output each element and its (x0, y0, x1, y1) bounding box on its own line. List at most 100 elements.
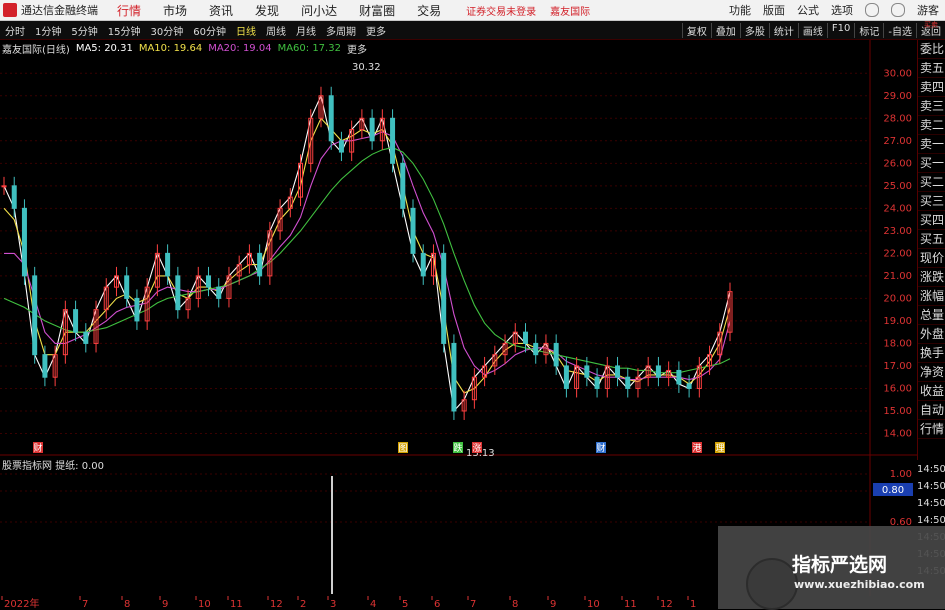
ma-line-ma60 (3, 147, 731, 374)
candle-body (522, 331, 528, 344)
ma5-value: MA5: 20.31 (75, 42, 133, 54)
candle-body (410, 207, 416, 254)
watermark-title: 指标严选网 (792, 554, 888, 576)
quote-field-20[interactable]: 行情 (918, 420, 945, 439)
login-notice[interactable]: 证券交易未登录 (466, 3, 536, 18)
menu-discover[interactable]: 发现 (255, 2, 279, 19)
candle-body (11, 185, 17, 209)
tool-draw-line[interactable]: 画线 (797, 22, 827, 38)
period-1min[interactable]: 1分钟 (35, 23, 61, 38)
period-daily[interactable]: 日线 (236, 23, 256, 38)
quote-field-3: 卖三 (918, 97, 945, 116)
candle-body (676, 369, 682, 385)
candle-body (21, 207, 27, 277)
date-label: 4 (370, 599, 376, 609)
quote-side-panel: 委比 卖五 卖四 卖三 卖二 卖一 买一 买二 买三 买四 买五 现价 涨跌 涨幅 总量 外盘 换手 净资 收益 自动… (917, 40, 945, 460)
candle-body (32, 275, 38, 356)
tool-statistics[interactable]: 统计 (768, 22, 798, 38)
price-tick-label: 17.00 (883, 361, 912, 372)
candle-body (553, 342, 559, 367)
candle-body (686, 383, 692, 389)
price-tick-label: 30.00 (883, 68, 912, 79)
tool-overlay[interactable]: 叠加 (710, 22, 740, 38)
period-15min[interactable]: 15分钟 (108, 23, 141, 38)
price-tick-label: 25.00 (883, 181, 912, 192)
candle-body (584, 365, 590, 378)
candle-body (124, 275, 130, 299)
price-tick-label: 20.00 (883, 293, 912, 304)
candle-body (206, 275, 212, 288)
tool-f10[interactable]: F10 (826, 22, 854, 38)
tool-remove-watchlist[interactable]: -自选 (883, 22, 916, 38)
menu-market[interactable]: 市场 (163, 2, 187, 19)
menu-quotes[interactable]: 行情 (117, 2, 141, 19)
price-tick-label: 26.00 (883, 158, 912, 169)
tool-restore-rights[interactable]: 复权 (681, 22, 711, 38)
period-more[interactable]: 更多 (366, 23, 386, 38)
quote-field-2: 卖四 (918, 78, 945, 97)
period-timeshare[interactable]: 分时 (5, 23, 25, 38)
quote-field-11: 现价 (918, 249, 945, 268)
period-5min[interactable]: 5分钟 (71, 23, 97, 38)
price-tick-label: 22.00 (883, 248, 912, 259)
candle-body (451, 342, 457, 412)
quote-field-7: 买二 (918, 173, 945, 192)
price-tick-label: 23.00 (883, 226, 912, 237)
title-bar: 通达信金融终端 行情 市场 资讯 发现 问小达 财富圈 交易 证券交易未登录 嘉… (0, 0, 945, 21)
menu-trade[interactable]: 交易 (417, 2, 441, 19)
menu-wealth[interactable]: 财富圈 (359, 2, 395, 19)
candle-body (216, 286, 222, 299)
mail-icon[interactable] (891, 3, 905, 17)
period-30min[interactable]: 30分钟 (150, 23, 183, 38)
price-tick-label: 29.00 (883, 91, 912, 102)
kline-chart[interactable]: 14.00 15.00 16.00 17.00 18.00 19.00 20.00 21.00… (0, 40, 917, 596)
help-icon[interactable] (865, 3, 879, 17)
high-annotation: 30.32 (352, 62, 381, 73)
ma-line-ma10 (3, 117, 731, 394)
stock-name-title: 嘉友国际 (550, 6, 591, 18)
bid-ask-header: 买卖 (924, 21, 938, 29)
ma10-value: MA10: 19.64 (138, 42, 203, 54)
event-marker-label: 跌 (453, 443, 462, 454)
more-indicators[interactable]: 更多 (347, 41, 367, 56)
candle-body (83, 331, 89, 344)
quote-field-19[interactable]: 自动 (918, 401, 945, 420)
period-weekly[interactable]: 周线 (266, 23, 286, 38)
price-tick-label: 21.00 (883, 271, 912, 282)
candle-body (328, 95, 334, 142)
ma-line-ma20 (4, 131, 731, 381)
tool-mark[interactable]: 标记 (854, 22, 883, 38)
candle-body (563, 365, 569, 389)
menu-news[interactable]: 资讯 (209, 2, 233, 19)
date-label: 10 (198, 599, 211, 609)
indicator-bar: 嘉友国际(日线) MA5: 20.31 MA10: 19.64 MA20: 19… (0, 40, 870, 56)
price-tick-label: 16.00 (883, 383, 912, 394)
date-label: 7 (82, 599, 88, 609)
stock-chart-title: 嘉友国际(日线) (2, 44, 70, 56)
quote-field-13: 涨幅 (918, 287, 945, 306)
date-label: 2022年 (4, 597, 39, 609)
candle-body (257, 252, 263, 277)
function-button[interactable]: 功能 (729, 2, 751, 18)
layout-button[interactable]: 版面 (763, 2, 785, 18)
quote-field-16: 换手 (918, 344, 945, 363)
menu-ask[interactable]: 问小达 (301, 2, 337, 19)
date-label: 11 (624, 599, 637, 609)
watermark: 指标严选网 www.xuezhibiao.com (718, 526, 945, 610)
period-monthly[interactable]: 月线 (296, 23, 316, 38)
price-tick-label: 28.00 (883, 113, 912, 124)
quote-field-12: 涨跌 (918, 268, 945, 287)
quote-field-9: 买四 (918, 211, 945, 230)
formula-button[interactable]: 公式 (797, 2, 819, 18)
period-60min[interactable]: 60分钟 (193, 23, 226, 38)
options-button[interactable]: 选项 (831, 2, 853, 18)
sub-indicator-value: 提纸: 0.00 (55, 461, 105, 472)
candle-body (73, 309, 79, 333)
quote-field-14: 总量 (918, 306, 945, 325)
date-label: 2 (300, 599, 306, 609)
period-multi[interactable]: 多周期 (326, 23, 356, 38)
user-label[interactable]: 游客 (917, 2, 939, 18)
price-tick-label: 19.00 (883, 316, 912, 327)
tool-multi-stock[interactable]: 多股 (739, 22, 769, 38)
date-label: 9 (550, 599, 556, 609)
